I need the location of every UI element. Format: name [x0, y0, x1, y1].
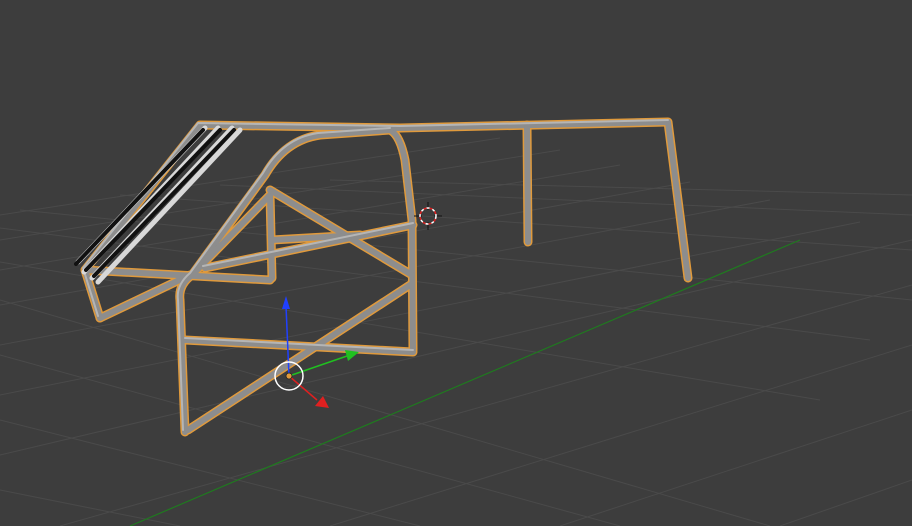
- transform-manipulator-icon[interactable]: [274, 296, 359, 408]
- roll-cage-mesh[interactable]: [74, 117, 693, 437]
- gizmo-z-arrow-icon[interactable]: [282, 296, 290, 309]
- viewport-canvas[interactable]: [0, 0, 912, 526]
- floor-grid: [0, 137, 912, 526]
- gizmo-x-arrow-icon[interactable]: [315, 396, 329, 408]
- object-origin-icon: [285, 372, 293, 380]
- 3d-viewport[interactable]: [0, 0, 912, 526]
